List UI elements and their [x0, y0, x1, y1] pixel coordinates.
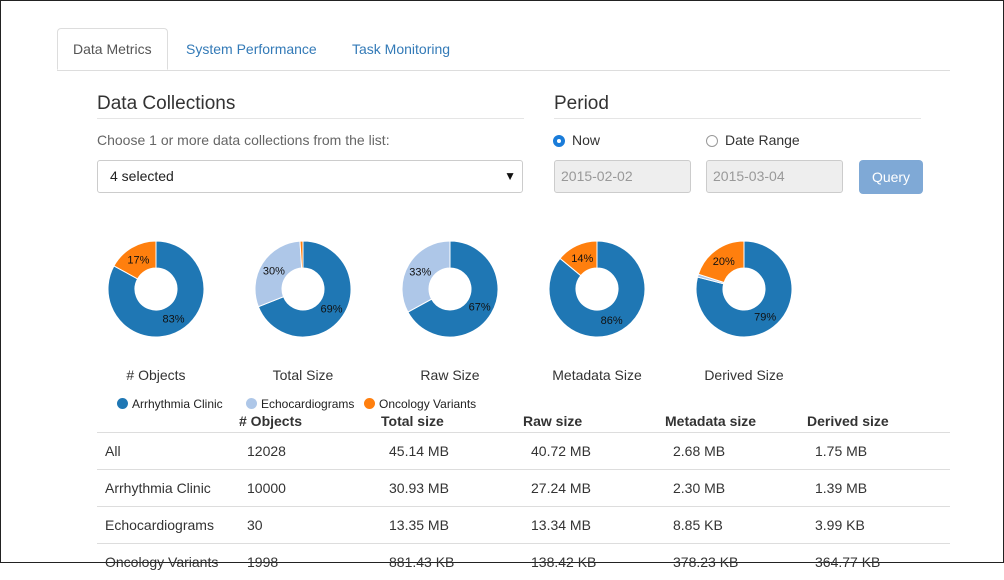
- cell-total-size: 30.93 MB: [389, 480, 449, 496]
- legend-item-echocardiograms: Echocardiograms: [246, 396, 354, 412]
- legend-item-oncology: Oncology Variants: [364, 396, 476, 412]
- donut-chart: 86% 14%: [549, 241, 645, 337]
- col-header-raw-size: Raw size: [523, 413, 583, 429]
- tab-bar: Data Metrics System Performance Task Mon…: [57, 28, 950, 71]
- slice-label: 14%: [571, 253, 593, 265]
- donut-chart: 83% 17%: [108, 241, 204, 337]
- radio-now[interactable]: Now: [553, 130, 600, 150]
- donut-title: Metadata Size: [552, 367, 642, 383]
- col-header-objects: # Objects: [239, 413, 303, 429]
- cell-derived-size: 364.77 KB: [815, 554, 881, 570]
- collections-title: Data Collections: [97, 93, 236, 114]
- cell-derived-size: 1.75 MB: [815, 443, 868, 459]
- donut-title: # Objects: [126, 367, 186, 383]
- slice-label: 33%: [409, 266, 431, 278]
- cell-total-size: 881.43 KB: [389, 554, 455, 570]
- row-name: Echocardiograms: [105, 517, 214, 533]
- cell-raw-size: 40.72 MB: [531, 443, 591, 459]
- donut-title: Derived Size: [704, 367, 784, 383]
- table-row: Oncology Variants 1998 881.43 KB 138.42 …: [97, 543, 950, 580]
- table-row: Echocardiograms 30 13.35 MB 13.34 MB 8.8…: [97, 506, 950, 543]
- end-date-input[interactable]: 2015-03-04: [706, 160, 843, 193]
- cell-raw-size: 138.42 KB: [531, 554, 597, 570]
- slice-label: 79%: [754, 311, 776, 323]
- slice-label: 30%: [263, 266, 285, 278]
- cell-raw-size: 13.34 MB: [531, 517, 591, 533]
- cell-metadata-size: 378.23 KB: [673, 554, 739, 570]
- tab-data-metrics[interactable]: Data Metrics: [57, 28, 168, 70]
- cell-derived-size: 3.99 KB: [815, 517, 865, 533]
- col-header-metadata-size: Metadata size: [665, 413, 757, 429]
- cell-objects: 12028: [247, 443, 286, 459]
- row-name: Arrhythmia Clinic: [105, 480, 211, 496]
- table-row: Arrhythmia Clinic 10000 30.93 MB 27.24 M…: [97, 469, 950, 506]
- col-header-derived-size: Derived size: [807, 413, 889, 429]
- cell-raw-size: 27.24 MB: [531, 480, 591, 496]
- slice-label: 86%: [601, 315, 623, 327]
- legend-label: Arrhythmia Clinic: [132, 397, 223, 411]
- radio-selected-icon: [553, 135, 565, 147]
- slice-label: 17%: [127, 254, 149, 266]
- period-title: Period: [554, 93, 609, 114]
- cell-metadata-size: 2.68 MB: [673, 443, 726, 459]
- radio-now-label: Now: [572, 132, 601, 148]
- legend-item-arrhythmia: Arrhythmia Clinic: [117, 396, 223, 412]
- legend-swatch: [117, 398, 128, 409]
- cell-derived-size: 1.39 MB: [815, 480, 868, 496]
- table-row: All 12028 45.14 MB 40.72 MB 2.68 MB 1.75…: [97, 432, 950, 469]
- cell-objects: 30: [247, 517, 263, 533]
- legend-label: Echocardiograms: [261, 397, 355, 411]
- row-name: Oncology Variants: [105, 554, 219, 570]
- row-name: All: [105, 443, 121, 459]
- slice-label: 67%: [469, 302, 491, 314]
- chevron-down-icon: ▼: [504, 169, 516, 183]
- start-date-input[interactable]: 2015-02-02: [554, 160, 691, 193]
- radio-date-range-label: Date Range: [725, 132, 800, 148]
- legend-swatch: [246, 398, 257, 409]
- collections-select[interactable]: 4 selected ▼: [97, 160, 523, 193]
- radio-date-range[interactable]: Date Range: [706, 130, 800, 150]
- slice-label: 83%: [163, 314, 185, 326]
- legend-label: Oncology Variants: [379, 397, 477, 411]
- cell-metadata-size: 2.30 MB: [673, 480, 726, 496]
- cell-objects: 10000: [247, 480, 286, 496]
- cell-objects: 1998: [247, 554, 279, 570]
- cell-total-size: 13.35 MB: [389, 517, 449, 533]
- radio-unselected-icon: [706, 135, 718, 147]
- collections-select-value: 4 selected: [110, 168, 174, 184]
- tab-task-monitoring[interactable]: Task Monitoring: [337, 28, 465, 70]
- tab-system-performance[interactable]: System Performance: [171, 28, 332, 70]
- col-header-total-size: Total size: [381, 413, 444, 429]
- donut-chart: 79% 20%: [696, 241, 792, 337]
- slice-label: 69%: [321, 303, 343, 315]
- collections-divider: [97, 118, 524, 119]
- period-divider: [554, 118, 921, 119]
- collections-help-text: Choose 1 or more data collections from t…: [97, 132, 390, 148]
- donut-chart: 67% 33%: [402, 241, 498, 337]
- query-button[interactable]: Query: [859, 160, 923, 194]
- legend-swatch: [364, 398, 375, 409]
- donut-title: Total Size: [272, 367, 334, 383]
- donut-title: Raw Size: [420, 367, 480, 383]
- slice-label: 20%: [713, 256, 735, 268]
- cell-total-size: 45.14 MB: [389, 443, 449, 459]
- cell-metadata-size: 8.85 KB: [673, 517, 723, 533]
- donut-chart: 69% 30%: [255, 241, 351, 337]
